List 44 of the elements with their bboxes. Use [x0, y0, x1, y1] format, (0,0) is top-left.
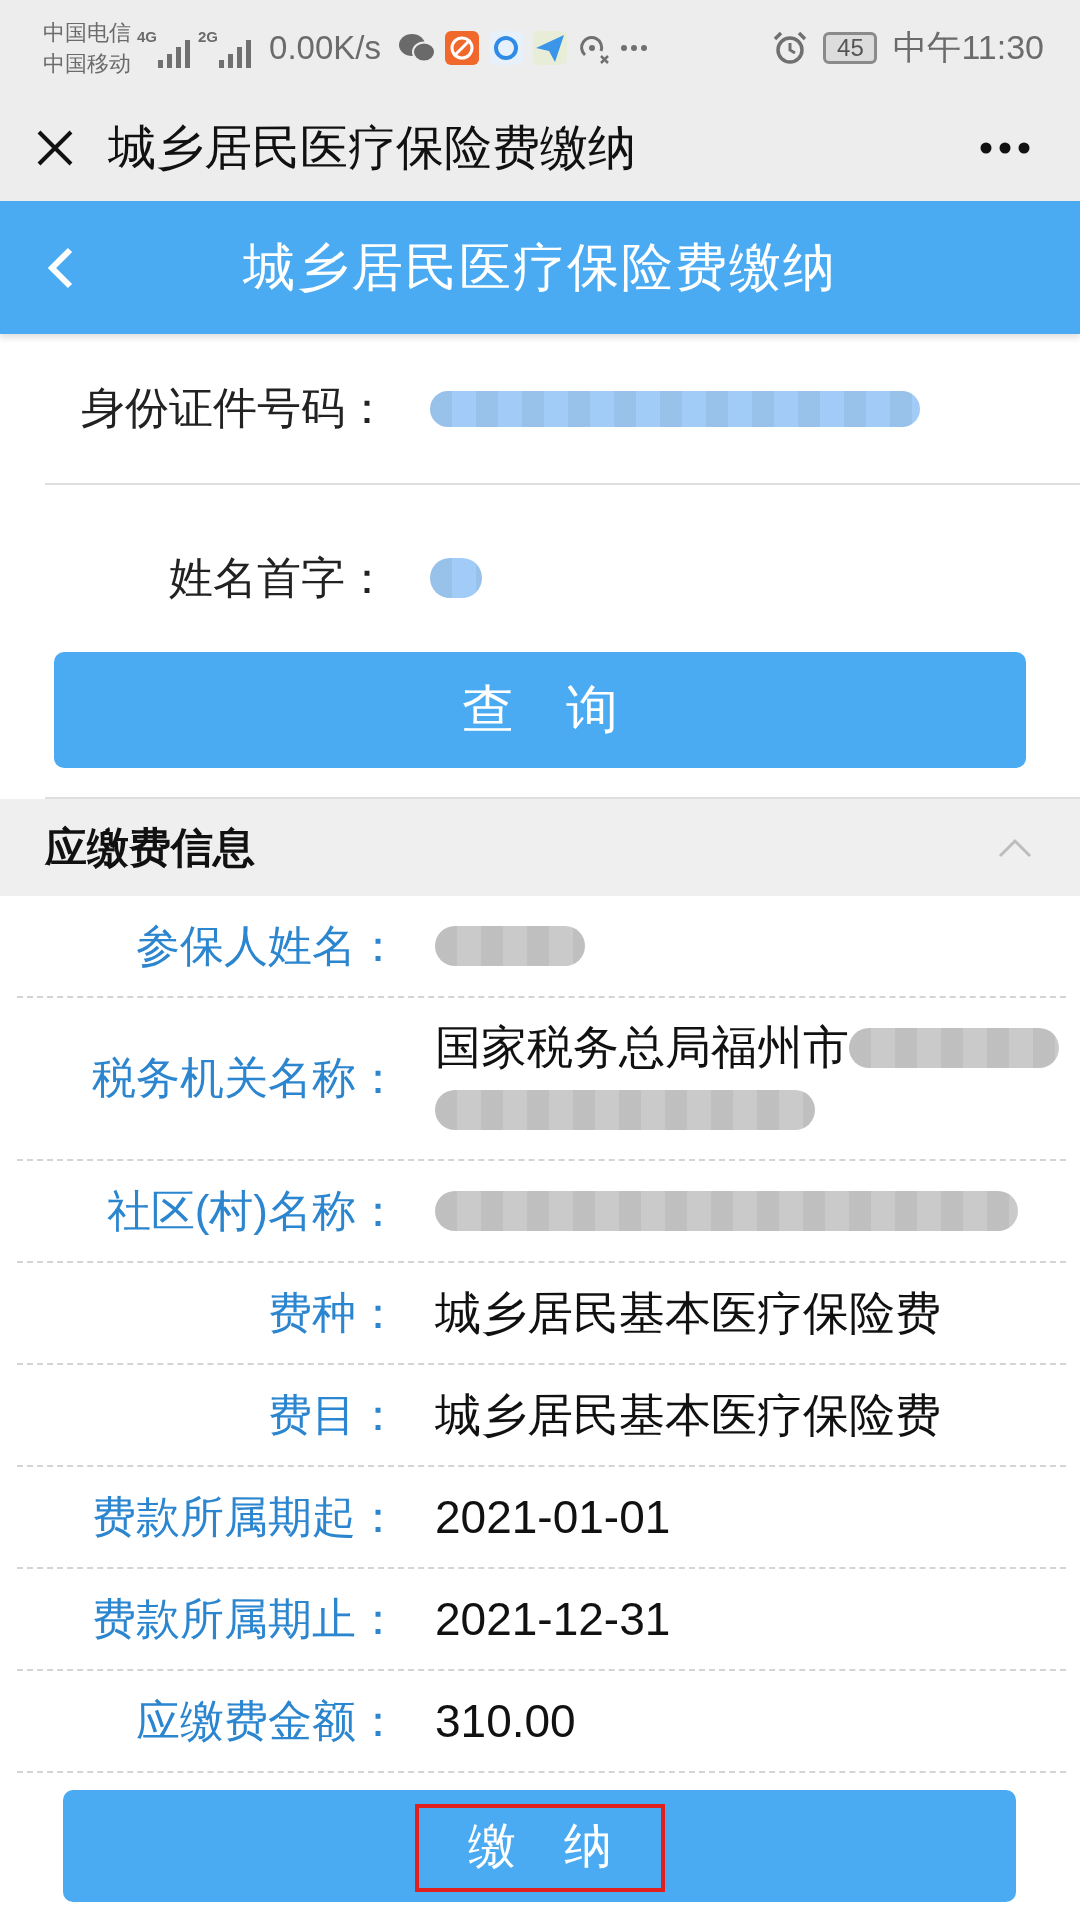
info-label: 费目：	[267, 1388, 400, 1441]
battery-indicator: 45	[823, 31, 878, 64]
close-button[interactable]	[36, 129, 74, 167]
more-button[interactable]	[980, 142, 1030, 154]
info-value: 310.00	[435, 1693, 576, 1749]
field-label: 姓名首字：	[168, 551, 389, 604]
clock-time: 中午11:30	[893, 26, 1044, 68]
carrier-name: 中国电信	[43, 18, 131, 47]
info-value: 2021-12-31	[435, 1591, 671, 1647]
blurred-text	[430, 558, 482, 598]
info-label: 社区(村)名称：	[105, 1184, 400, 1237]
carrier-name: 中国移动	[43, 49, 131, 78]
logo-tile-icon	[444, 30, 479, 65]
chevron-left-icon	[45, 245, 75, 290]
ring-tile-icon	[488, 30, 523, 65]
signal-bars-icon	[219, 39, 254, 68]
network-speed: 0.00K/s	[269, 28, 381, 67]
info-label: 参保人姓名：	[135, 919, 400, 972]
network-type-label: 2G	[198, 27, 219, 46]
network-type-label: 4G	[137, 27, 157, 46]
close-icon	[36, 129, 74, 167]
paper-plane-icon	[532, 30, 567, 65]
alarm-clock-icon	[773, 30, 808, 65]
info-label: 费款所属期止：	[91, 1592, 400, 1645]
info-value: 城乡居民基本医疗保险费	[435, 1285, 941, 1341]
info-label: 税务机关名称：	[91, 1052, 400, 1104]
more-icon	[980, 142, 1030, 154]
info-label: 费款所属期起：	[91, 1490, 400, 1543]
more-dots-icon	[620, 44, 647, 51]
info-value: 2021-01-01	[435, 1489, 671, 1545]
section-header[interactable]: 应缴费信息	[0, 799, 1080, 896]
info-label: 费种：	[267, 1286, 400, 1339]
back-button[interactable]	[45, 245, 75, 290]
signal-bars-icon	[158, 39, 192, 68]
page-title: 城乡居民医疗保险费缴纳	[242, 236, 838, 298]
info-value: 城乡居民基本医疗保险费	[435, 1387, 941, 1443]
chat-bubbles-icon	[398, 32, 435, 63]
window-title: 城乡居民医疗保险费缴纳	[108, 120, 636, 176]
section-title: 应缴费信息	[45, 822, 255, 873]
pay-button[interactable]: 缴 纳	[63, 1790, 1016, 1902]
info-label: 应缴费金额：	[135, 1694, 400, 1747]
field-label: 身份证件号码：	[80, 382, 389, 434]
info-value: 国家税务总局福州市	[435, 1020, 849, 1075]
query-button[interactable]: 查 询	[54, 652, 1026, 768]
